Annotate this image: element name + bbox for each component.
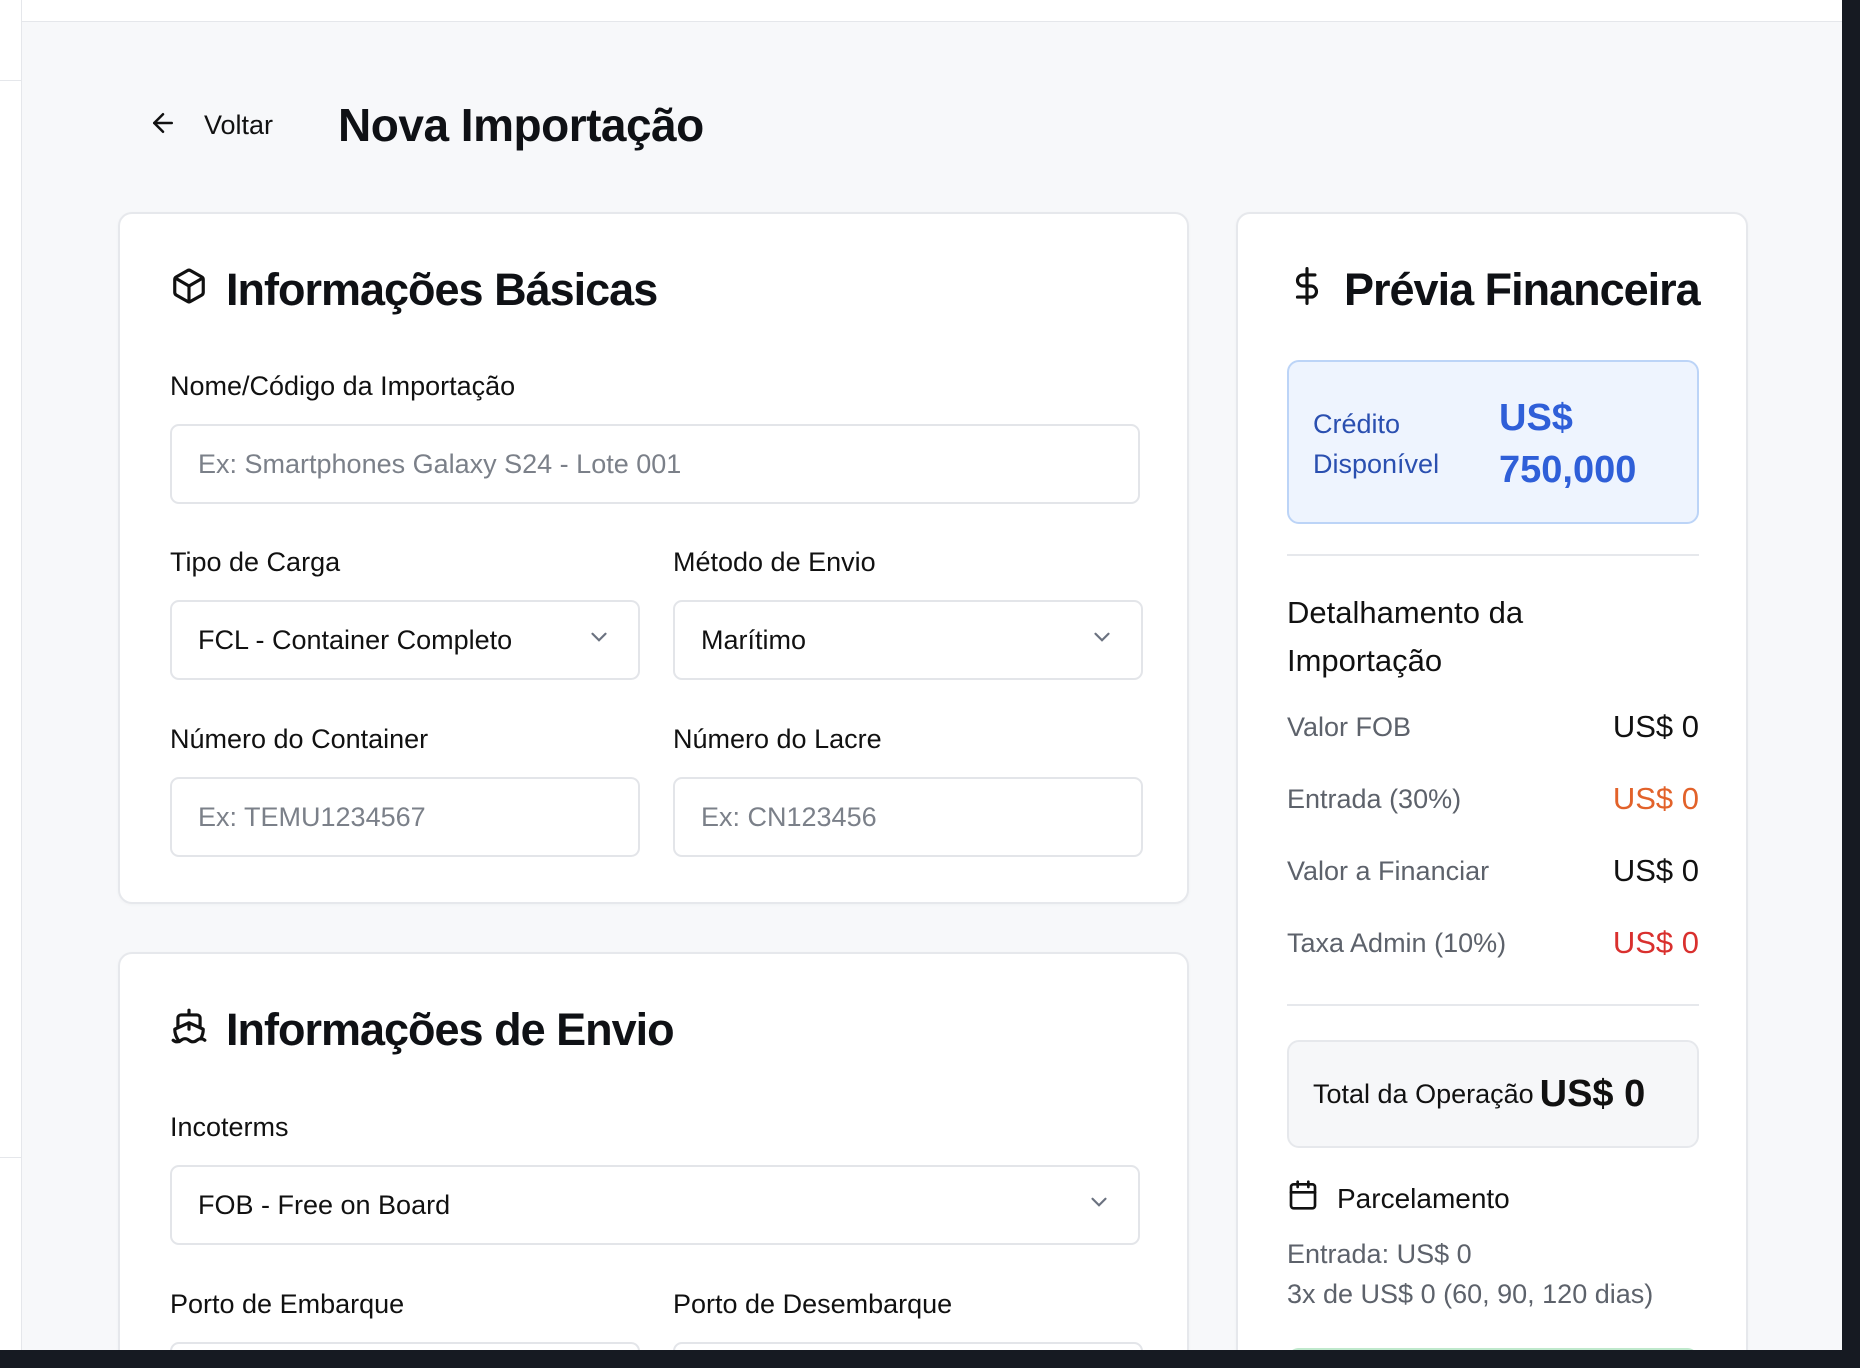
chevron-down-icon [586, 624, 612, 657]
seal-number-input[interactable]: Ex: CN123456 [673, 777, 1143, 857]
port-dest-input[interactable] [673, 1342, 1143, 1350]
cargo-type-label: Tipo de Carga [170, 547, 341, 577]
row-value: US$ 0 [1612, 709, 1699, 744]
installments-entry: Entrada: US$ 0 [1287, 1239, 1472, 1269]
top-bar [22, 0, 1842, 22]
total-value: US$ 0 [1539, 1072, 1646, 1115]
card-title: Informações de Envio [170, 1004, 675, 1056]
divider [0, 1157, 22, 1158]
credit-available-box: Crédito Disponível US$ 750,000 [1287, 360, 1699, 524]
package-icon [170, 264, 208, 316]
finance-amount-row: Valor a Financiar US$ 0 [1287, 853, 1699, 889]
incoterms-label: Incoterms [170, 1112, 289, 1142]
port-dest-label: Porto de Desembarque [673, 1289, 953, 1319]
shipping-info-card: Informações de Envio Incoterms FOB - Fre… [118, 952, 1189, 1350]
page-title: Nova Importação [338, 99, 704, 151]
divider [1287, 1004, 1699, 1006]
chevron-down-icon [1089, 624, 1115, 657]
row-value: US$ 0 [1612, 781, 1699, 816]
basic-info-card: Informações Básicas Nome/Código da Impor… [118, 212, 1189, 904]
row-value: US$ 0 [1612, 925, 1699, 960]
installments-schedule: 3x de US$ 0 (60, 90, 120 dias) [1287, 1279, 1654, 1309]
method-label: Método de Envio [673, 547, 876, 577]
card-title-text: Informações Básicas [226, 264, 658, 315]
row-label: Valor FOB [1287, 711, 1412, 742]
row-value: US$ 0 [1612, 853, 1699, 888]
page-header: Voltar Nova Importação [148, 99, 704, 151]
credit-label: Crédito Disponível [1313, 409, 1440, 479]
back-button[interactable]: Voltar [148, 108, 273, 143]
confirm-box [1287, 1348, 1699, 1350]
import-name-input[interactable]: Ex: Smartphones Galaxy S24 - Lote 001 [170, 424, 1140, 504]
financial-preview-card: Prévia Financeira Crédito Disponível US$… [1236, 212, 1748, 1350]
row-label: Entrada (30%) [1287, 783, 1462, 814]
installments-title: Parcelamento [1337, 1182, 1510, 1214]
entry-row: Entrada (30%) US$ 0 [1287, 781, 1699, 817]
chevron-down-icon [1086, 1189, 1112, 1222]
total-operation-box: Total da Operação US$ 0 [1287, 1040, 1699, 1148]
dollar-icon [1288, 264, 1326, 316]
port-origin-label: Porto de Embarque [170, 1289, 405, 1319]
fob-row: Valor FOB US$ 0 [1287, 709, 1699, 745]
detail-title: Detalhamento da Importação [1287, 595, 1524, 678]
cargo-type-value: FCL - Container Completo [198, 624, 513, 655]
row-label: Taxa Admin (10%) [1287, 927, 1507, 958]
seal-label: Número do Lacre [673, 724, 882, 754]
shipping-method-select[interactable]: Marítimo [673, 600, 1143, 680]
divider [0, 80, 22, 81]
card-title-text: Prévia Financeira [1344, 264, 1701, 315]
admin-fee-row: Taxa Admin (10%) US$ 0 [1287, 925, 1699, 961]
card-title: Prévia Financeira [1288, 264, 1701, 316]
name-label: Nome/Código da Importação [170, 371, 516, 401]
incoterms-select[interactable]: FOB - Free on Board [170, 1165, 1140, 1245]
card-title: Informações Básicas [170, 264, 658, 316]
incoterms-value: FOB - Free on Board [198, 1189, 451, 1220]
container-label: Número do Container [170, 724, 429, 754]
back-label: Voltar [204, 109, 274, 140]
divider [1287, 554, 1699, 556]
calendar-icon [1287, 1179, 1319, 1218]
ship-icon [170, 1004, 208, 1056]
card-title-text: Informações de Envio [226, 1004, 675, 1055]
sidebar-edge [0, 0, 22, 1350]
cargo-type-select[interactable]: FCL - Container Completo [170, 600, 640, 680]
row-label: Valor a Financiar [1287, 855, 1490, 886]
arrow-left-icon [148, 108, 178, 143]
container-number-input[interactable]: Ex: TEMU1234567 [170, 777, 640, 857]
credit-value: US$ 750,000 [1499, 397, 1637, 491]
total-label: Total da Operação [1313, 1078, 1534, 1109]
shipping-method-value: Marítimo [701, 624, 807, 655]
installments-header: Parcelamento [1287, 1179, 1510, 1218]
port-origin-input[interactable] [170, 1342, 640, 1350]
app-viewport: Voltar Nova Importação Informações Básic… [0, 0, 1842, 1350]
